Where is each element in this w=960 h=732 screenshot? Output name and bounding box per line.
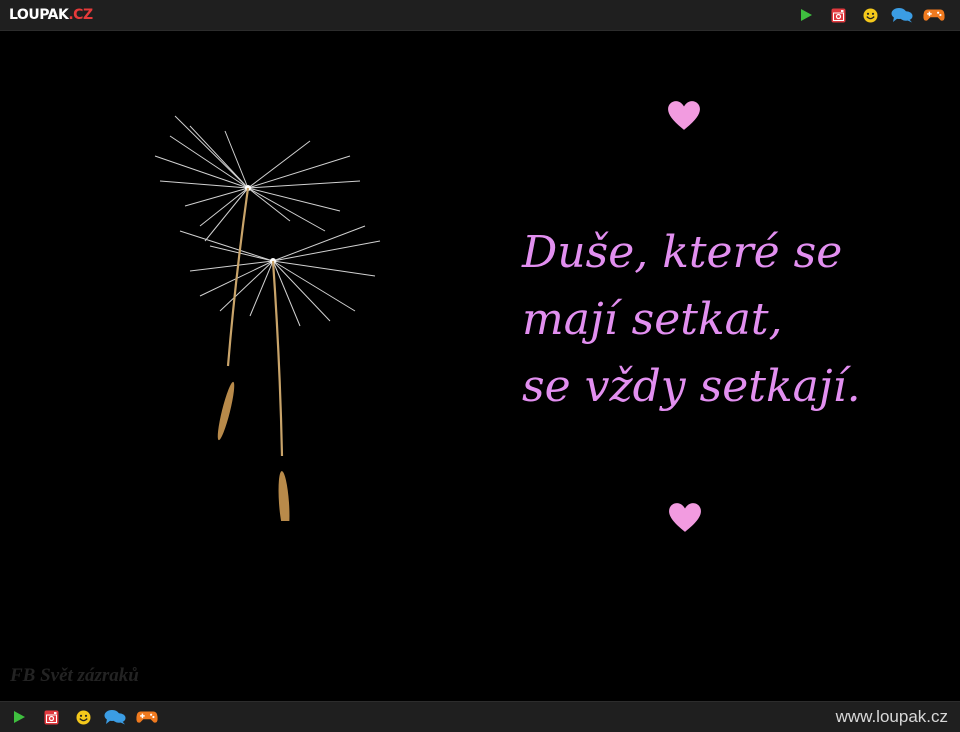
gamepad-icon[interactable]: [136, 707, 158, 727]
heart-icon: [668, 101, 700, 130]
logo-main: LOUPAK: [9, 7, 69, 23]
top-bar: LOUPAK .CZ: [0, 0, 960, 31]
smiley-icon[interactable]: [859, 5, 881, 25]
quote-line: Duše, které se: [522, 227, 843, 278]
play-icon[interactable]: [795, 5, 817, 25]
logo-suffix: .CZ: [68, 7, 93, 23]
instagram-icon[interactable]: [40, 707, 62, 727]
quote-line: se vždy setkají.: [522, 361, 861, 412]
gamepad-icon[interactable]: [923, 5, 945, 25]
bottom-bar: www.loupak.cz: [0, 701, 960, 732]
smiley-icon[interactable]: [72, 707, 94, 727]
chat-icon[interactable]: [104, 707, 126, 727]
loupak-logo[interactable]: LOUPAK .CZ: [9, 6, 93, 24]
photo-credit: FB Svět zázraků: [10, 665, 139, 686]
bottom-icon-group: [8, 707, 163, 727]
site-url-link[interactable]: www.loupak.cz: [836, 707, 948, 727]
quote-text: Duše, které se mají setkat, se vždy setk…: [522, 219, 861, 420]
chat-icon[interactable]: [891, 5, 913, 25]
instagram-icon[interactable]: [827, 5, 849, 25]
play-icon[interactable]: [8, 707, 30, 727]
heart-icon: [669, 503, 701, 532]
quote-line: mají setkat,: [522, 294, 783, 345]
top-icon-group: [790, 5, 950, 25]
dandelion-seeds-illustration: [154, 115, 381, 521]
image-stage: Duše, které se mají setkat, se vždy setk…: [0, 31, 960, 701]
